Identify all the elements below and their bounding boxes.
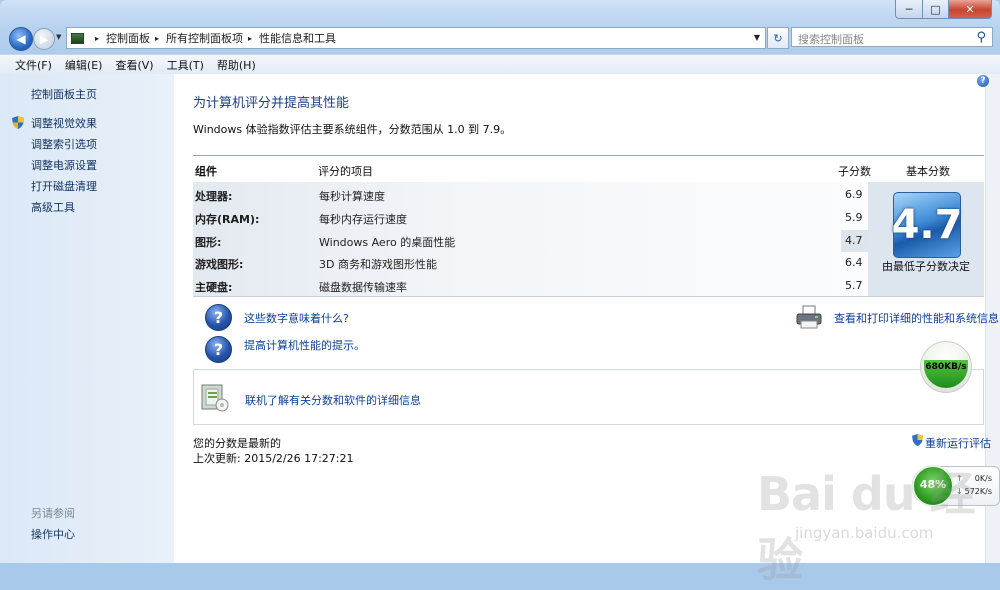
sidebar-item-indexing[interactable]: 调整索引选项	[31, 136, 97, 152]
menu-edit[interactable]: 编辑(E)	[59, 57, 110, 73]
header-subscore: 子分数	[838, 165, 871, 178]
printer-icon	[796, 305, 822, 329]
sidebar-item-disk-cleanup[interactable]: 打开磁盘清理	[31, 178, 97, 194]
table-row: 处理器: 每秒计算速度 6.9	[195, 188, 863, 203]
breadcrumb-control-panel[interactable]: 控制面板	[106, 30, 150, 46]
page-title: 为计算机评分并提高其性能	[193, 96, 350, 111]
table-divider-bottom	[193, 296, 984, 297]
uac-shield-icon	[12, 116, 24, 129]
address-bar[interactable]: ▸ 控制面板 ▸ 所有控制面板项 ▸ 性能信息和工具 ▼	[66, 27, 766, 49]
rerun-assessment-link[interactable]: 重新运行评估	[925, 435, 991, 451]
menu-bar: 文件(F) 编辑(E) 查看(V) 工具(T) 帮助(H)	[0, 54, 1000, 75]
last-update: 上次更新: 2015/2/26 17:27:21	[193, 452, 354, 465]
link-online-details[interactable]: 联机了解有关分数和软件的详细信息	[245, 392, 421, 408]
control-panel-icon	[71, 32, 84, 44]
sidebar-item-advanced-tools[interactable]: 高级工具	[31, 199, 75, 215]
close-button[interactable]: ✕	[949, 0, 992, 19]
sidebar-home[interactable]: 控制面板主页	[31, 86, 97, 102]
link-what-numbers-mean[interactable]: 这些数字意味着什么?	[244, 310, 349, 326]
header-item: 评分的项目	[318, 165, 373, 178]
help-icon[interactable]: ?	[977, 75, 989, 87]
window: ─ □ ✕ ◀ ▶ ▼ ▸ 控制面板 ▸ 所有控制面板项 ▸ 性能信息和工具 ▼…	[0, 0, 1000, 587]
intro-text: Windows 体验指数评估主要系统组件，分数范围从 1.0 到 7.9。	[193, 123, 512, 136]
link-print-details[interactable]: 查看和打印详细的性能和系统信息	[834, 310, 999, 326]
maximize-button[interactable]: □	[923, 0, 949, 19]
table-divider	[193, 155, 984, 156]
score-status: 您的分数是最新的	[193, 437, 281, 450]
recent-pages-dropdown[interactable]: ▼	[56, 33, 61, 41]
base-score-caption: 由最低子分数决定	[882, 260, 970, 273]
header-component: 组件	[195, 165, 217, 178]
see-also-heading: 另请参阅	[31, 507, 75, 520]
back-button[interactable]: ◀	[9, 27, 33, 51]
sidebar-item-visual-effects[interactable]: 调整视觉效果	[31, 115, 97, 131]
address-dropdown[interactable]: ▼	[754, 33, 760, 42]
menu-view[interactable]: 查看(V)	[109, 57, 160, 73]
table-row: 图形: Windows Aero 的桌面性能 4.7	[195, 234, 863, 249]
search-input[interactable]: 搜索控制面板 ⚲	[791, 27, 993, 47]
refresh-button[interactable]: ↻	[767, 27, 789, 49]
breadcrumb-performance[interactable]: 性能信息和工具	[259, 30, 336, 46]
breadcrumb-all-items[interactable]: 所有控制面板项	[166, 30, 243, 46]
menu-tools[interactable]: 工具(T)	[161, 57, 211, 73]
uac-shield-icon	[912, 434, 923, 446]
sidebar-item-action-center[interactable]: 操作中心	[31, 526, 75, 542]
menu-file[interactable]: 文件(F)	[0, 57, 59, 73]
software-box-icon	[201, 384, 229, 412]
table-row: 内存(RAM): 每秒内存运行速度 5.9	[195, 211, 863, 226]
table-row: 游戏图形: 3D 商务和游戏图形性能 6.4	[195, 256, 863, 271]
window-controls: ─ □ ✕	[895, 0, 992, 19]
search-icon[interactable]: ⚲	[976, 30, 986, 45]
base-score-tile: 4.7	[892, 192, 962, 258]
forward-button[interactable]: ▶	[33, 28, 55, 50]
table-row: 主硬盘: 磁盘数据传输速率 5.7	[195, 279, 863, 294]
link-performance-tips[interactable]: 提高计算机性能的提示。	[244, 337, 365, 353]
header-base-score: 基本分数	[906, 165, 950, 178]
minimize-button[interactable]: ─	[895, 0, 923, 19]
question-icon: ?	[205, 304, 232, 331]
speed-value: 680KB/s	[925, 362, 967, 372]
menu-help[interactable]: 帮助(H)	[211, 57, 263, 73]
watermark-url: jingyan.baidu.com	[795, 524, 934, 542]
sidebar-item-power[interactable]: 调整电源设置	[31, 157, 97, 173]
question-icon: ?	[205, 336, 232, 363]
